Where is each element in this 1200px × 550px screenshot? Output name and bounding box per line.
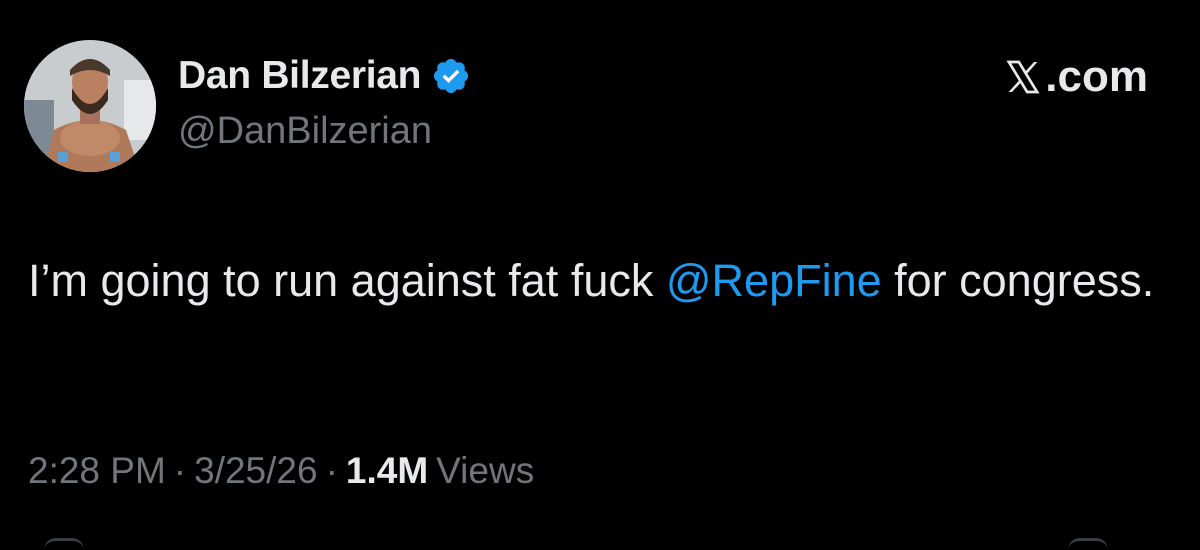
brand-suffix: .com	[1045, 52, 1148, 101]
action-bar	[0, 538, 1200, 547]
meta-separator: ·	[173, 450, 187, 491]
views-count[interactable]: 1.4M	[346, 450, 428, 492]
tweet-time[interactable]: 2:28 PM	[28, 450, 166, 492]
share-icon[interactable]	[1068, 538, 1108, 550]
tweet-text-after: for congress.	[881, 255, 1155, 306]
tweet-text: I’m going to run against fat fuck @RepFi…	[28, 247, 1158, 315]
tweet-card: Dan Bilzerian @DanBilzerian .com I’m goi…	[0, 0, 1200, 547]
display-name[interactable]: Dan Bilzerian	[178, 54, 421, 98]
x-logo-icon	[1003, 57, 1043, 97]
meta-separator: ·	[325, 450, 338, 491]
reply-icon[interactable]	[44, 538, 84, 550]
tweet-text-before: I’m going to run against fat fuck	[28, 255, 666, 306]
author-name-row[interactable]: Dan Bilzerian	[178, 52, 471, 100]
user-handle[interactable]: @DanBilzerian	[178, 110, 432, 153]
avatar[interactable]	[24, 40, 156, 172]
tweet-meta: 2:28 PM · 3/25/26 · 1.4M Views	[28, 450, 534, 492]
verified-badge-icon[interactable]	[431, 56, 471, 96]
tweet-date[interactable]: 3/25/26	[194, 450, 317, 492]
mention-link[interactable]: @RepFine	[666, 255, 882, 306]
brand-watermark: .com	[1003, 52, 1148, 102]
views-label: Views	[436, 450, 535, 491]
